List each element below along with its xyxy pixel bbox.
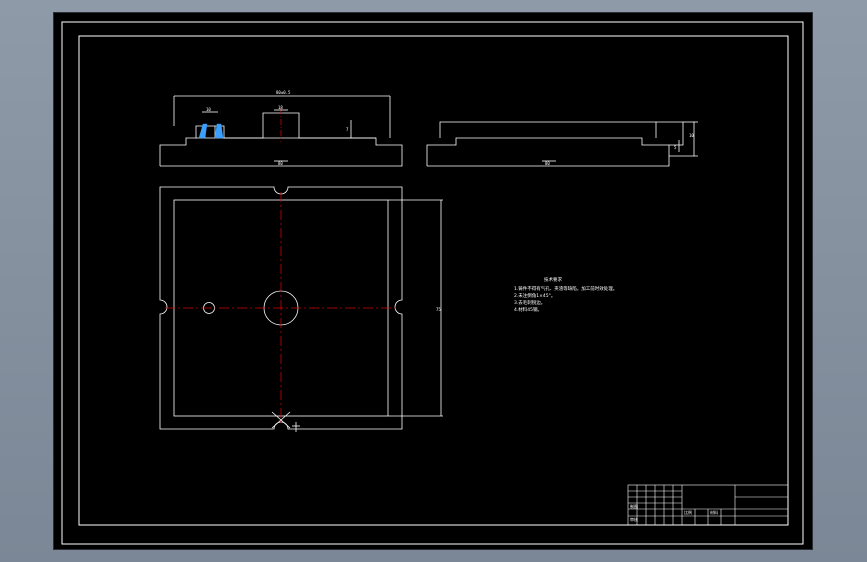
side-height-dim-text: 10 [689, 133, 694, 138]
inner-frame [78, 35, 789, 526]
side-base-dim-text: 80 [545, 161, 550, 166]
front-slot-dim-text: 10 [206, 107, 211, 112]
technical-notes: 技术要求 1.铸件不得有气孔、夹渣等缺陷，加工前时效处理。 2.未注倒角1×45… [514, 276, 617, 313]
tb-label-check: 审核 [630, 516, 638, 522]
side-step-dim-text: 5 [674, 145, 677, 150]
front-base-dim-text: 80 [278, 161, 283, 166]
notes-line-4: 4.材料45钢。 [514, 306, 542, 313]
notes-line-2: 2.未注倒角1×45°。 [514, 292, 555, 299]
plan-view [159, 186, 443, 432]
front-overall-dim-text: 80±0.5 [276, 90, 291, 95]
drawing-sheet: 80±0.5 10 18 7 80 10 5 80 75 技术要求 1.铸件不得… [54, 13, 812, 549]
side-view-top [439, 121, 657, 138]
notes-line-3: 3.去毛刺锐边。 [514, 299, 545, 306]
plan-height-dim-text: 75 [436, 307, 441, 312]
front-boss-dim-text: 18 [278, 105, 283, 110]
tb-label-drawing: 制图 [630, 503, 638, 509]
cad-drawing: 80±0.5 10 18 7 80 10 5 80 75 技术要求 1.铸件不得… [61, 21, 804, 545]
notes-line-1: 1.铸件不得有气孔、夹渣等缺陷，加工前时效处理。 [514, 285, 617, 292]
tb-label-scale: 比例 [684, 509, 692, 515]
tb-label-material: 材料 [710, 509, 718, 515]
notes-title: 技术要求 [544, 276, 562, 283]
outer-frame [61, 21, 804, 545]
side-view [426, 121, 698, 167]
front-height-dim-text: 7 [346, 127, 349, 132]
title-block [627, 484, 789, 526]
